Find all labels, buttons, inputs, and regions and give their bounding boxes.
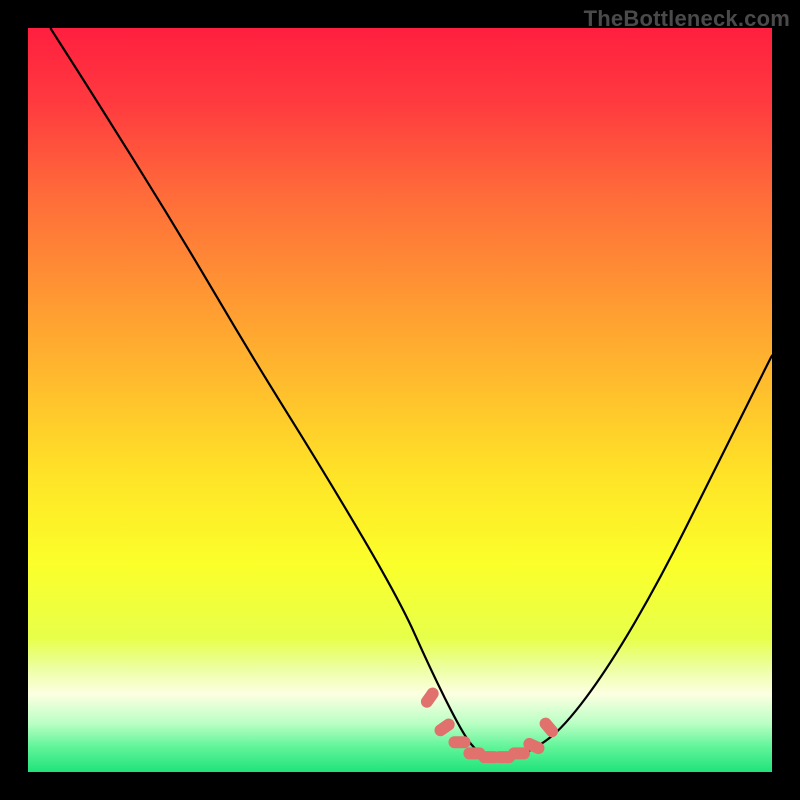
plot-area bbox=[28, 28, 772, 772]
bottleneck-chart bbox=[0, 0, 800, 800]
watermark-text: TheBottleneck.com bbox=[584, 6, 790, 32]
marker-capsule bbox=[449, 736, 471, 748]
chart-frame: TheBottleneck.com bbox=[0, 0, 800, 800]
